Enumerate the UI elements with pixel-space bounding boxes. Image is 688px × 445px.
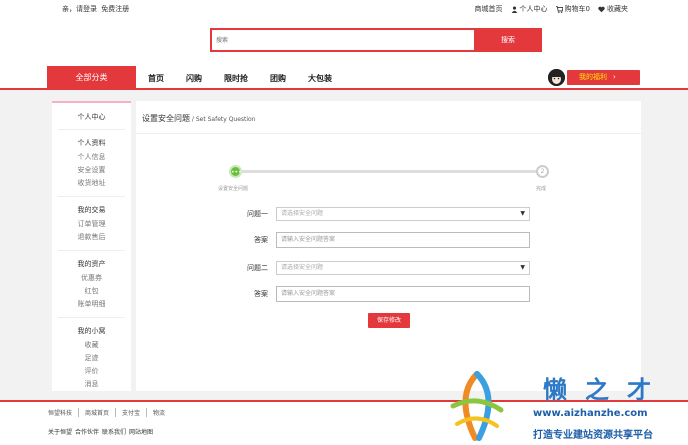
footer-link[interactable]: 物流	[147, 408, 171, 417]
all-categories-button[interactable]: 全部分类	[47, 66, 136, 90]
sidebar-item-red-packets[interactable]: 红包	[52, 285, 131, 298]
sidebar-item-reviews[interactable]: 评价	[52, 365, 131, 378]
answer-1-label: 答案	[254, 236, 268, 244]
footer-link[interactable]: 支付宝	[116, 408, 148, 417]
sidebar-group-header: 我的资产	[77, 260, 106, 268]
watermark-url: www.aizhanzhe.com	[533, 408, 648, 419]
step-2-label: 完成	[536, 186, 547, 192]
title-divider	[136, 133, 641, 134]
chevron-right-icon: ›	[613, 73, 616, 81]
search-box	[210, 28, 476, 52]
answer-1-input[interactable]: 请输入安全问题答案	[276, 232, 530, 248]
footer-sub-link[interactable]: 合作伙伴	[75, 427, 99, 436]
heart-icon	[598, 6, 605, 12]
nav-item-limited[interactable]: 限时抢	[224, 73, 248, 84]
welfare-label: 我的福利	[579, 73, 607, 81]
watermark-slogan: 打造专业建站资源共享平台	[533, 430, 653, 441]
top-link-favorites[interactable]: 收藏夹	[598, 4, 628, 14]
question-1-select[interactable]: 请选择安全问题 ▼	[276, 207, 530, 221]
header: 搜索	[0, 18, 688, 66]
page-title-en: / Set Safety Question	[190, 116, 256, 123]
top-link-user-center[interactable]: 个人中心	[511, 4, 548, 14]
top-link-cart[interactable]: 购物车0	[555, 4, 590, 14]
progress-track	[236, 170, 542, 173]
step-1-marker: •••	[229, 165, 242, 178]
register-link[interactable]: 免费注册	[101, 5, 129, 13]
step-2-marker: 2	[536, 165, 549, 178]
nav-item-group[interactable]: 团购	[270, 73, 286, 84]
top-link-label: 购物车0	[564, 5, 590, 13]
question-2-select[interactable]: 请选择安全问题 ▼	[276, 261, 530, 275]
page-title-cn: 设置安全问题	[142, 114, 190, 123]
watermark-logo-icon	[450, 371, 504, 441]
sidebar-item-favorites[interactable]: 收藏	[52, 339, 131, 352]
page: 亲，请登录 免费注册 商城首页 个人中心 购物车0 收藏夹 搜索 搜索 全部分类…	[0, 0, 688, 445]
question-2-label: 问题二	[247, 264, 268, 272]
avatar[interactable]	[548, 69, 565, 86]
footer-sub-link[interactable]: 联系我们	[102, 427, 126, 436]
sidebar-group-header: 我的交易	[77, 206, 106, 214]
sidebar-group-trade: 我的交易 订单管理 退款售后	[52, 197, 131, 244]
main-panel: 设置安全问题 / Set Safety Question ••• 2 设置安全问…	[136, 101, 641, 391]
sidebar-item-personal-info[interactable]: 个人信息	[52, 151, 131, 164]
sidebar-item-coupons[interactable]: 优惠券	[52, 272, 131, 285]
footer-sub-link[interactable]: 关于恒望	[48, 427, 72, 436]
main-nav: 全部分类 首页 闪购 限时抢 团购 大包装 我的福利 ›	[0, 66, 688, 90]
sidebar-group-assets: 我的资产 优惠券 红包 账单明细	[52, 251, 131, 311]
sidebar-item-orders[interactable]: 订单管理	[52, 218, 131, 231]
sidebar-title: 个人中心	[58, 103, 125, 130]
answer-2-input[interactable]: 请输入安全问题答案	[276, 286, 530, 302]
top-link-label: 商城首页	[474, 5, 503, 13]
top-bar: 亲，请登录 免费注册 商城首页 个人中心 购物车0 收藏夹	[0, 0, 688, 18]
sidebar-group-profile: 个人资料 个人信息 安全设置 收货地址	[52, 130, 131, 190]
step-1-label: 设置安全问题	[218, 186, 249, 192]
sidebar-item-footprints[interactable]: 足迹	[52, 352, 131, 365]
login-area: 亲，请登录 免费注册	[62, 4, 131, 14]
top-links: 商城首页 个人中心 购物车0 收藏夹	[475, 4, 628, 14]
question-1-label: 问题一	[247, 210, 268, 218]
nav-item-bulk[interactable]: 大包装	[308, 73, 332, 84]
top-link-label: 收藏夹	[607, 5, 628, 13]
sidebar: 个人中心 个人资料 个人信息 安全设置 收货地址 我的交易 订单管理 退款售后 …	[52, 101, 131, 391]
sidebar-item-security[interactable]: 安全设置	[52, 164, 131, 177]
question-2-row: 问题二 请选择安全问题 ▼	[136, 261, 530, 275]
watermark-title: 懒之才	[543, 376, 669, 404]
nav-item-home[interactable]: 首页	[148, 73, 164, 84]
sidebar-group-header: 我的小窝	[77, 327, 106, 335]
select-placeholder: 请选择安全问题	[281, 264, 324, 271]
answer-1-row: 答案 请输入安全问题答案	[136, 232, 530, 248]
footer-sub-link[interactable]: 网站地图	[129, 427, 153, 436]
answer-2-row: 答案 请输入安全问题答案	[136, 286, 530, 302]
footer-links: 恒望科技 商城首页 支付宝 物流	[48, 408, 171, 417]
sidebar-group-header: 个人资料	[77, 139, 106, 147]
footer-link[interactable]: 商城首页	[79, 408, 117, 417]
top-link-home[interactable]: 商城首页	[475, 4, 503, 14]
answer-2-label: 答案	[254, 290, 268, 298]
nav-menu: 首页 闪购 限时抢 团购 大包装	[148, 66, 332, 90]
question-1-row: 问题一 请选择安全问题 ▼	[136, 207, 530, 221]
nav-item-flash[interactable]: 闪购	[186, 73, 202, 84]
avatar-face-icon	[548, 69, 565, 86]
search-input[interactable]	[212, 30, 474, 50]
watermark: 懒之才 www.aizhanzhe.com 打造专业建站资源共享平台	[447, 366, 687, 445]
footer-sub-links: 关于恒望 合作伙伴 联系我们 网站地图	[48, 427, 153, 436]
sidebar-item-refunds[interactable]: 退款售后	[52, 231, 131, 244]
footer-link[interactable]: 恒望科技	[48, 408, 80, 417]
sidebar-group-home: 我的小窝 收藏 足迹 评价 消息	[52, 318, 131, 391]
login-link[interactable]: 亲，请登录	[62, 5, 97, 13]
top-link-label: 个人中心	[519, 5, 548, 13]
search-button[interactable]: 搜索	[474, 28, 542, 52]
my-welfare-button[interactable]: 我的福利 ›	[567, 70, 640, 85]
user-icon	[511, 6, 517, 13]
caret-down-icon: ▼	[520, 210, 525, 217]
sidebar-item-messages[interactable]: 消息	[52, 378, 131, 391]
save-button[interactable]: 保存修改	[368, 313, 410, 328]
cart-icon	[555, 5, 563, 13]
caret-down-icon: ▼	[520, 264, 525, 271]
page-title: 设置安全问题 / Set Safety Question	[142, 113, 256, 124]
sidebar-item-bills[interactable]: 账单明细	[52, 298, 131, 311]
sidebar-item-address[interactable]: 收货地址	[52, 177, 131, 190]
select-placeholder: 请选择安全问题	[281, 210, 324, 217]
